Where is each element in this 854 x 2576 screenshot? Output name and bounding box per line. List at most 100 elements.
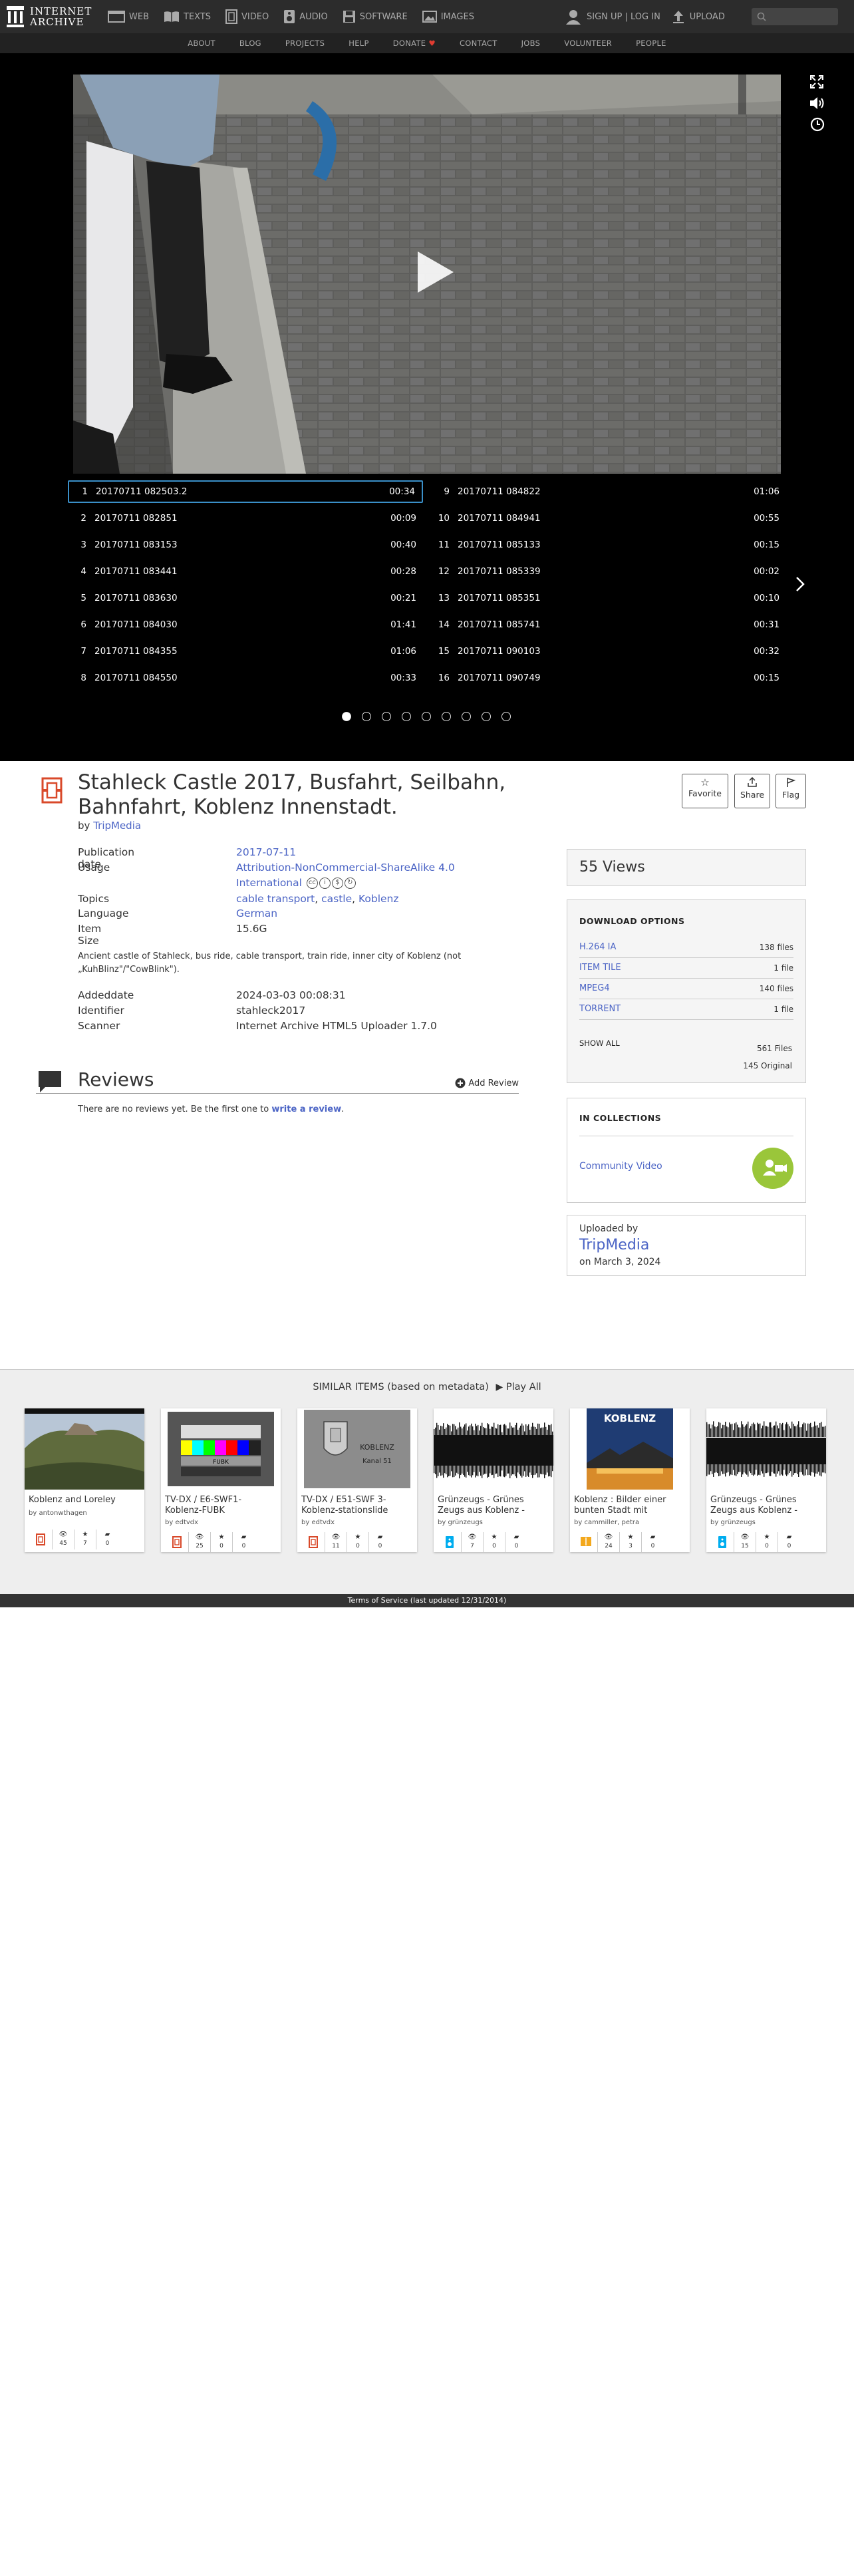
card-favs: 0 [765,1543,769,1549]
play-all-button[interactable]: ▶ Play All [496,1382,541,1392]
download-format-link[interactable]: TORRENT [579,1004,621,1014]
similar-card[interactable]: Koblenz and Loreley by antonwthagen 👁 45 … [25,1408,144,1552]
flag-button[interactable]: Flag [776,774,806,808]
similar-card[interactable]: KOBLENZ Kanal 51 TV-DX / E51-SWF 3-Koble… [297,1408,417,1552]
upload-icon[interactable] [672,9,684,24]
thumbnail [706,1408,826,1490]
subnav-blog[interactable]: BLOG [239,39,261,48]
comment-icon: ▰ [104,1531,110,1538]
subnav-help[interactable]: HELP [349,39,368,48]
clock-icon[interactable] [810,117,825,132]
fullscreen-icon[interactable] [810,75,823,88]
download-format-link[interactable]: ITEM TILE [579,963,621,973]
topic-link[interactable]: castle [321,893,352,905]
playlist-item[interactable]: 7 20170711 084355 01:06 [68,640,423,663]
download-format-link[interactable]: MPEG4 [579,983,610,993]
download-format-link[interactable]: H.264 IA [579,942,616,952]
subnav-volunteer[interactable]: VOLUNTEER [564,39,612,48]
subnav-contact[interactable]: CONTACT [460,39,498,48]
playlist-item-number: 3 [80,540,86,550]
pager-dot[interactable] [422,712,431,721]
card-views: 15 [741,1543,749,1549]
playlist-item[interactable]: 5 20170711 083630 00:21 [68,587,423,609]
playlist-item-title: 20170711 083630 [94,593,178,603]
upload-link[interactable]: UPLOAD [690,12,725,22]
pager-dot[interactable] [362,712,371,721]
similar-card[interactable]: Grünzeugs - Grünes Zeugs aus Koblenz - b… [434,1408,553,1552]
nav-software[interactable]: SOFTWARE [343,0,408,33]
add-review-button[interactable]: Add Review [455,1078,519,1088]
pager-dot[interactable] [482,712,491,721]
signin-link[interactable]: SIGN UP | LOG IN [587,12,660,22]
card-creator: by antonwthagen [29,1510,87,1517]
playlist-item[interactable]: 15 20170711 090103 00:32 [431,640,786,663]
pager-dot[interactable] [342,712,351,721]
total-files: 561 Files [756,1044,792,1053]
playlist-item[interactable]: 8 20170711 084550 00:33 [68,667,423,689]
volume-icon[interactable] [809,96,826,110]
playlist-item[interactable]: 2 20170711 082851 00:09 [68,507,423,530]
similar-card[interactable]: Grünzeugs - Grünes Zeugs aus Koblenz - b… [706,1408,826,1552]
terms-of-service-link[interactable]: Terms of Service (last updated 12/31/201… [0,1594,854,1607]
playlist-item[interactable]: 13 20170711 085351 00:10 [431,587,786,609]
play-icon[interactable] [411,249,458,295]
addeddate-value: 2024-03-03 00:08:31 [236,989,346,1001]
similar-card[interactable]: FUBK TV-DX / E6-SWF1-Koblenz-FUBK by edt… [161,1408,281,1552]
language-value[interactable]: German [236,907,277,919]
comment-icon: ▰ [377,1533,383,1541]
favorite-button[interactable]: ☆ Favorite [682,774,728,808]
subnav-about[interactable]: ABOUT [188,39,215,48]
subnav-people[interactable]: PEOPLE [636,39,666,48]
creator-link[interactable]: TripMedia [93,820,141,832]
uploader-link[interactable]: TripMedia [579,1237,649,1253]
star-icon: ★ [764,1533,770,1541]
playlist-item[interactable]: 4 20170711 083441 00:28 [68,560,423,583]
film-icon [225,9,238,24]
search-icon [757,12,766,21]
identifier-label: Identifier [78,1005,124,1017]
usage-value-line1[interactable]: Attribution-NonCommercial-ShareAlike 4.0 [236,862,455,874]
video-player[interactable] [73,75,781,474]
thumb4-text: KOBLENZ [604,1412,656,1424]
playlist-item-duration: 00:55 [754,513,780,524]
pager-dot[interactable] [462,712,471,721]
playlist-item[interactable]: 9 20170711 084822 01:06 [431,480,786,503]
usage-value-line2[interactable]: International [236,877,302,889]
similar-items: SIMILAR ITEMS (based on metadata) ▶ Play… [0,1369,854,1594]
playlist-item[interactable]: 1 20170711 082503.2 00:34 [68,480,423,503]
subnav-projects[interactable]: PROJECTS [285,39,325,48]
playlist-item[interactable]: 11 20170711 085133 00:15 [431,534,786,556]
nav-video[interactable]: VIDEO [225,0,269,33]
playlist-item-number: 2 [80,513,86,524]
share-button[interactable]: Share [734,774,770,808]
nav-audio[interactable]: AUDIO [283,0,328,33]
write-review-link[interactable]: write a review [271,1104,341,1114]
playlist-item[interactable]: 3 20170711 083153 00:40 [68,534,423,556]
internet-archive-logo[interactable]: INTERNET ARCHIVE [7,6,92,27]
subnav-jobs[interactable]: JOBS [521,39,541,48]
playlist-item[interactable]: 10 20170711 084941 00:55 [431,507,786,530]
pubdate-value[interactable]: 2017-07-11 [236,846,296,858]
playlist-item[interactable]: 6 20170711 084030 01:41 [68,613,423,636]
nav-texts[interactable]: TEXTS [164,0,211,33]
pager-dot[interactable] [402,712,411,721]
nav-web[interactable]: WEB [108,0,149,33]
playlist-item[interactable]: 14 20170711 085741 00:31 [431,613,786,636]
topic-link[interactable]: Koblenz [358,893,399,905]
pager-dot[interactable] [501,712,511,721]
show-all-link[interactable]: SHOW ALL [579,1039,620,1048]
collection-badge[interactable] [752,1148,793,1189]
nav-images[interactable]: IMAGES [422,0,474,33]
playlist-item[interactable]: 12 20170711 085339 00:02 [431,560,786,583]
search-input[interactable] [752,8,838,25]
similar-card[interactable]: KOBLENZ Koblenz : Bilder einer bunten St… [570,1408,690,1552]
pager-dot[interactable] [442,712,451,721]
topic-link[interactable]: cable transport [236,893,315,905]
playlist-item[interactable]: 16 20170711 090749 00:15 [431,667,786,689]
playlist-item-title: 20170711 085351 [458,593,541,603]
pager-dot[interactable] [382,712,391,721]
collection-link[interactable]: Community Video [579,1161,662,1172]
user-icon[interactable] [565,9,581,25]
chevron-right-icon[interactable] [795,576,805,592]
subnav-donate[interactable]: DONATE ♥ [393,39,436,48]
